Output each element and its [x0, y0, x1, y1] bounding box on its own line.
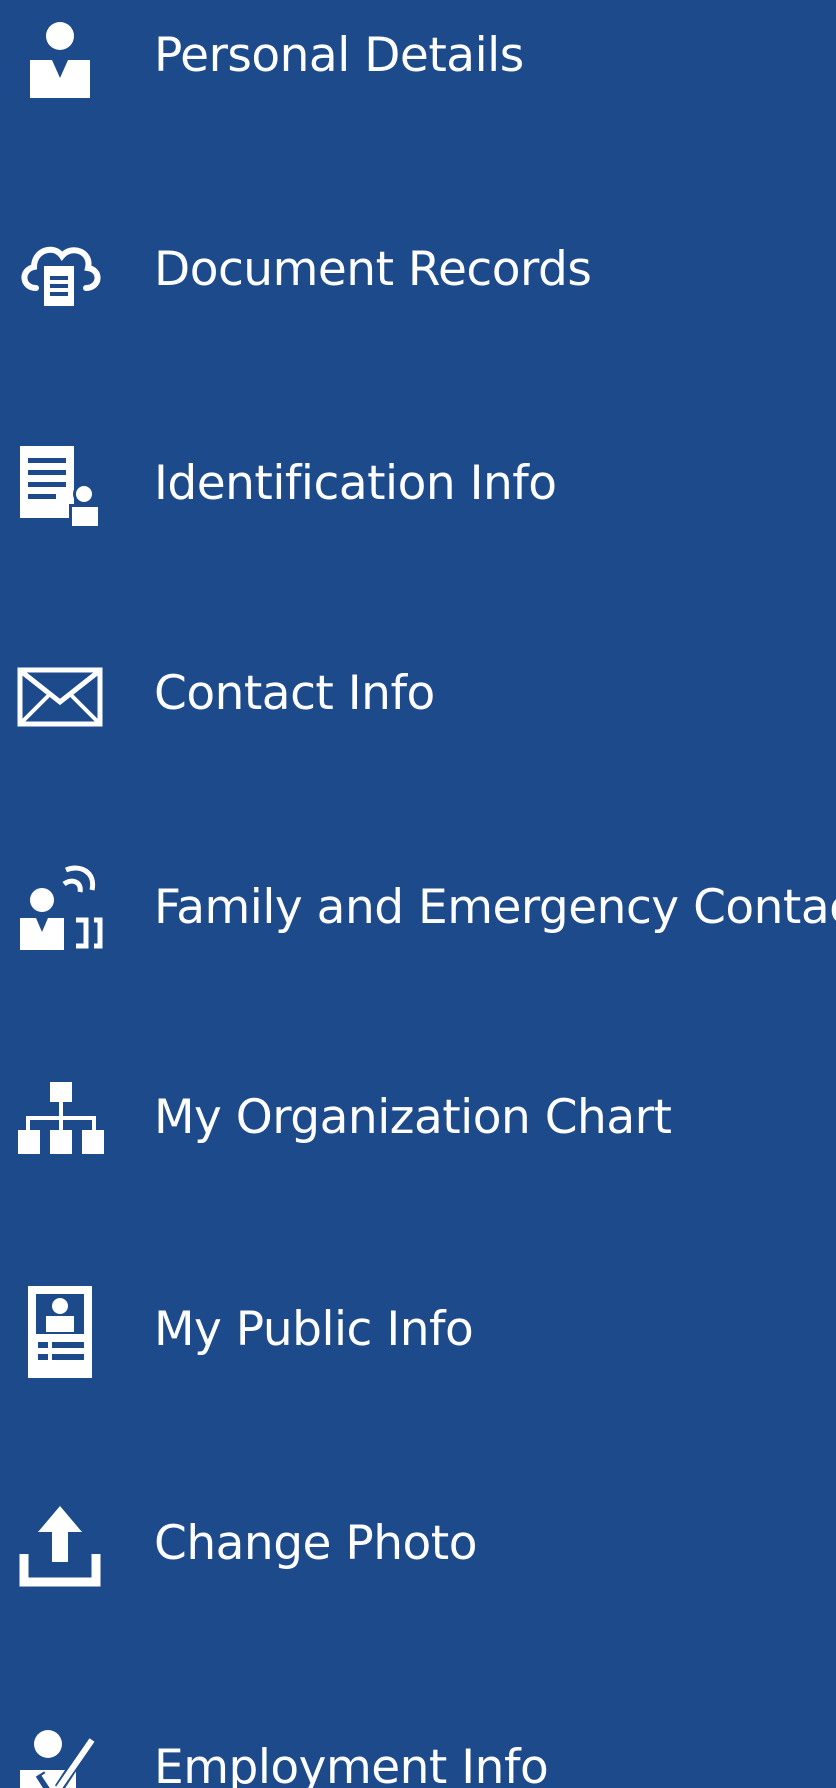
upload-icon — [14, 1500, 106, 1592]
person-icon — [14, 12, 106, 104]
menu-item-label: Contact Info — [154, 666, 435, 721]
menu-item-contact-info[interactable]: Contact Info — [0, 634, 836, 754]
id-badge-icon — [14, 1286, 106, 1378]
menu-item-employment-info[interactable]: Employment Info — [0, 1708, 836, 1788]
id-document-icon — [14, 440, 106, 532]
org-chart-icon — [14, 1074, 106, 1166]
menu-item-public-info[interactable]: My Public Info — [0, 1270, 836, 1390]
menu-item-label: Document Records — [154, 242, 592, 297]
person-check-icon — [14, 1724, 106, 1788]
envelope-icon — [14, 650, 106, 742]
menu-item-label: Personal Details — [154, 28, 524, 83]
contacts-call-icon — [14, 864, 106, 956]
menu-item-personal-details[interactable]: Personal Details — [0, 0, 836, 116]
cloud-document-icon — [14, 226, 106, 318]
menu-item-label: Employment Info — [154, 1740, 549, 1788]
menu-item-organization-chart[interactable]: My Organization Chart — [0, 1058, 836, 1178]
menu-item-label: Change Photo — [154, 1516, 477, 1571]
menu-item-identification-info[interactable]: Identification Info — [0, 424, 836, 544]
menu-item-family-emergency-contacts[interactable]: Family and Emergency Contacts — [0, 848, 836, 968]
menu-item-label: Identification Info — [154, 456, 557, 511]
menu-item-change-photo[interactable]: Change Photo — [0, 1484, 836, 1604]
menu-item-document-records[interactable]: Document Records — [0, 210, 836, 330]
menu-item-label: My Public Info — [154, 1302, 474, 1357]
side-menu: Personal Details Document Records Identi… — [0, 0, 836, 1788]
menu-item-label: Family and Emergency Contacts — [154, 880, 836, 935]
menu-item-label: My Organization Chart — [154, 1090, 672, 1145]
